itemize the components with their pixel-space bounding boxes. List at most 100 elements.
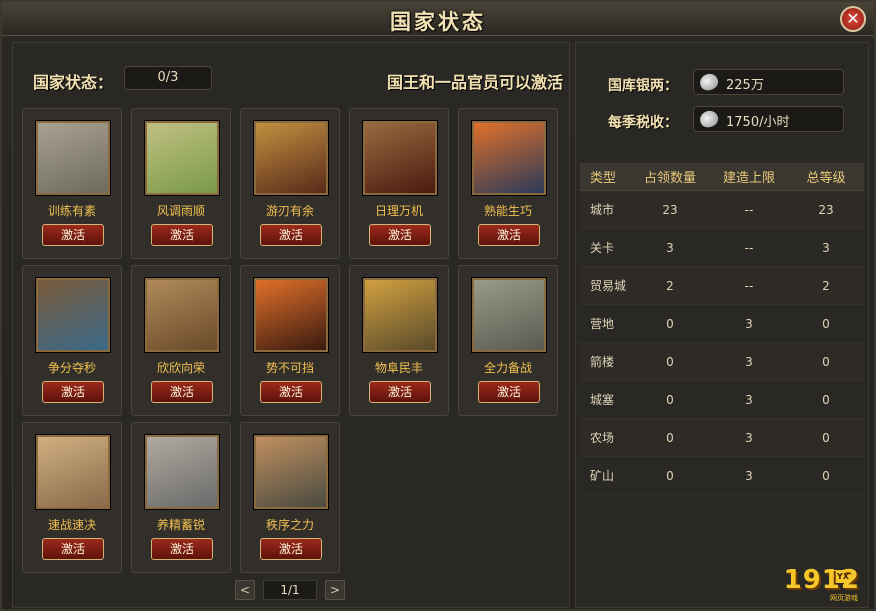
skill-name: 物阜民丰: [374, 361, 423, 375]
next-page-button[interactable]: >: [325, 580, 345, 600]
skill-name: 全力备战: [483, 361, 532, 375]
table-body: 城市 23 -- 23 关卡 3 -- 3 贸易城 2 -- 2 营地 0 3 0 箭楼 0 3 0 城塞 0 3 0 农场 0 3…: [580, 191, 864, 495]
activate-button[interactable]: 激活: [369, 224, 431, 246]
header-total-level: 总等级: [806, 171, 846, 186]
total-level-cell: 2: [822, 278, 830, 293]
table-row: 营地 0 3 0: [580, 305, 864, 343]
build-limit-cell: 3: [745, 430, 753, 445]
table-row: 关卡 3 -- 3: [580, 229, 864, 267]
total-level-cell: 0: [822, 392, 830, 407]
type-cell: 农场: [590, 431, 615, 445]
tax-label: 每季税收：: [608, 115, 678, 131]
skill-card: 风调雨顺 激活: [131, 108, 231, 259]
total-level-cell: 0: [822, 354, 830, 369]
skill-card: 物阜民丰 激活: [349, 265, 449, 416]
treasury-value: 225万: [726, 78, 764, 93]
title-bar: 国家状态 ✕: [2, 2, 874, 36]
activate-button[interactable]: 激活: [478, 224, 540, 246]
occupied-cell: 3: [666, 240, 674, 255]
skill-image: [254, 435, 328, 509]
skill-image: [363, 121, 437, 195]
build-limit-cell: --: [744, 202, 754, 217]
occupied-cell: 23: [662, 202, 678, 217]
activate-button[interactable]: 激活: [42, 224, 104, 246]
type-cell: 贸易城: [590, 279, 627, 293]
skill-card: 游刃有余 激活: [240, 108, 340, 259]
activate-button[interactable]: 激活: [260, 224, 322, 246]
occupied-cell: 0: [666, 468, 674, 483]
skill-image: [254, 278, 328, 352]
build-limit-cell: --: [744, 278, 754, 293]
header-occupied: 占领数量: [643, 171, 696, 186]
total-level-cell: 3: [822, 240, 830, 255]
activate-button[interactable]: 激活: [151, 224, 213, 246]
type-cell: 城市: [590, 203, 615, 217]
skill-image: [36, 435, 110, 509]
skill-card: 全力备战 激活: [458, 265, 558, 416]
occupied-cell: 0: [666, 392, 674, 407]
activation-hint: 国王和一品官员可以激活: [386, 73, 563, 92]
silver-ingot-icon: [697, 71, 721, 93]
build-limit-cell: --: [744, 240, 754, 255]
skill-image: [145, 435, 219, 509]
activate-button[interactable]: 激活: [151, 538, 213, 560]
skill-name: 速战速决: [47, 518, 96, 532]
status-count: 0/3: [124, 66, 212, 90]
build-limit-cell: 3: [745, 354, 753, 369]
activation-panel: 国家状态： 0/3 国王和一品官员可以激活 训练有素 激活 风调雨顺 激活 游刃有余 激活…: [12, 42, 570, 608]
type-cell: 矿山: [590, 469, 615, 483]
total-level-cell: 0: [822, 468, 830, 483]
total-level-cell: 23: [818, 202, 834, 217]
skill-card: 欣欣向荣 激活: [131, 265, 231, 416]
type-cell: 营地: [590, 317, 615, 331]
tax-box: 1750/小时: [693, 106, 844, 132]
skill-image: [145, 121, 219, 195]
table-header: 类型 占领数量 建造上限 总等级: [580, 163, 864, 191]
close-button[interactable]: ✕: [840, 6, 866, 32]
window-title: 国家状态: [390, 9, 486, 34]
table-row: 城市 23 -- 23: [580, 191, 864, 229]
tax-row: 每季税收： 1750/小时: [576, 106, 870, 136]
prev-page-button[interactable]: <: [235, 580, 255, 600]
skill-card: 熟能生巧 激活: [458, 108, 558, 259]
type-cell: 城塞: [590, 393, 615, 407]
activate-button[interactable]: 激活: [260, 538, 322, 560]
header-build-limit: 建造上限: [722, 171, 775, 186]
activate-button[interactable]: 激活: [478, 381, 540, 403]
treasury-row: 国库银两： 225万: [576, 69, 870, 99]
activate-button[interactable]: 激活: [42, 538, 104, 560]
skill-image: [472, 121, 546, 195]
table-row: 农场 0 3 0: [580, 419, 864, 457]
table-row: 矿山 0 3 0: [580, 457, 864, 495]
table-row: 城塞 0 3 0: [580, 381, 864, 419]
skill-card: 势不可挡 激活: [240, 265, 340, 416]
skill-name: 秩序之力: [265, 518, 314, 532]
skill-name: 游刃有余: [265, 204, 314, 218]
skill-image: [472, 278, 546, 352]
skill-name: 势不可挡: [265, 361, 314, 375]
table-row: 箭楼 0 3 0: [580, 343, 864, 381]
skill-image: [363, 278, 437, 352]
nation-info-panel: 国库银两： 225万 每季税收： 1750/小时 类型 占领数量 建造上限 总等…: [575, 42, 869, 608]
skill-name: 养精蓄锐: [156, 518, 205, 532]
activate-button[interactable]: 激活: [369, 381, 431, 403]
activate-button[interactable]: 激活: [151, 381, 213, 403]
occupied-cell: 0: [666, 316, 674, 331]
activate-button[interactable]: 激活: [42, 381, 104, 403]
site-logo: 1912: [783, 565, 860, 595]
treasury-box: 225万: [693, 69, 844, 95]
logo-subtitle: 网页游戏: [830, 594, 858, 602]
header-type: 类型: [590, 171, 617, 186]
table-row: 贸易城 2 -- 2: [580, 267, 864, 305]
state-status-window: 国家状态 ✕ 国家状态： 0/3 国王和一品官员可以激活 训练有素 激活 风调雨顺激…: [0, 0, 876, 611]
skill-image: [254, 121, 328, 195]
occupied-cell: 0: [666, 430, 674, 445]
skill-name: 熟能生巧: [483, 204, 532, 218]
territory-table: 类型 占领数量 建造上限 总等级 城市 23 -- 23 关卡 3 -- 3 贸易城 2 -- 2 营地…: [580, 163, 864, 495]
status-label: 国家状态：: [33, 73, 114, 92]
skill-card: 养精蓄锐 激活: [131, 422, 231, 573]
skill-card: 速战速决 激活: [22, 422, 122, 573]
skill-name: 争分夺秒: [47, 361, 96, 375]
activate-button[interactable]: 激活: [260, 381, 322, 403]
skill-name: 训练有素: [47, 204, 96, 218]
